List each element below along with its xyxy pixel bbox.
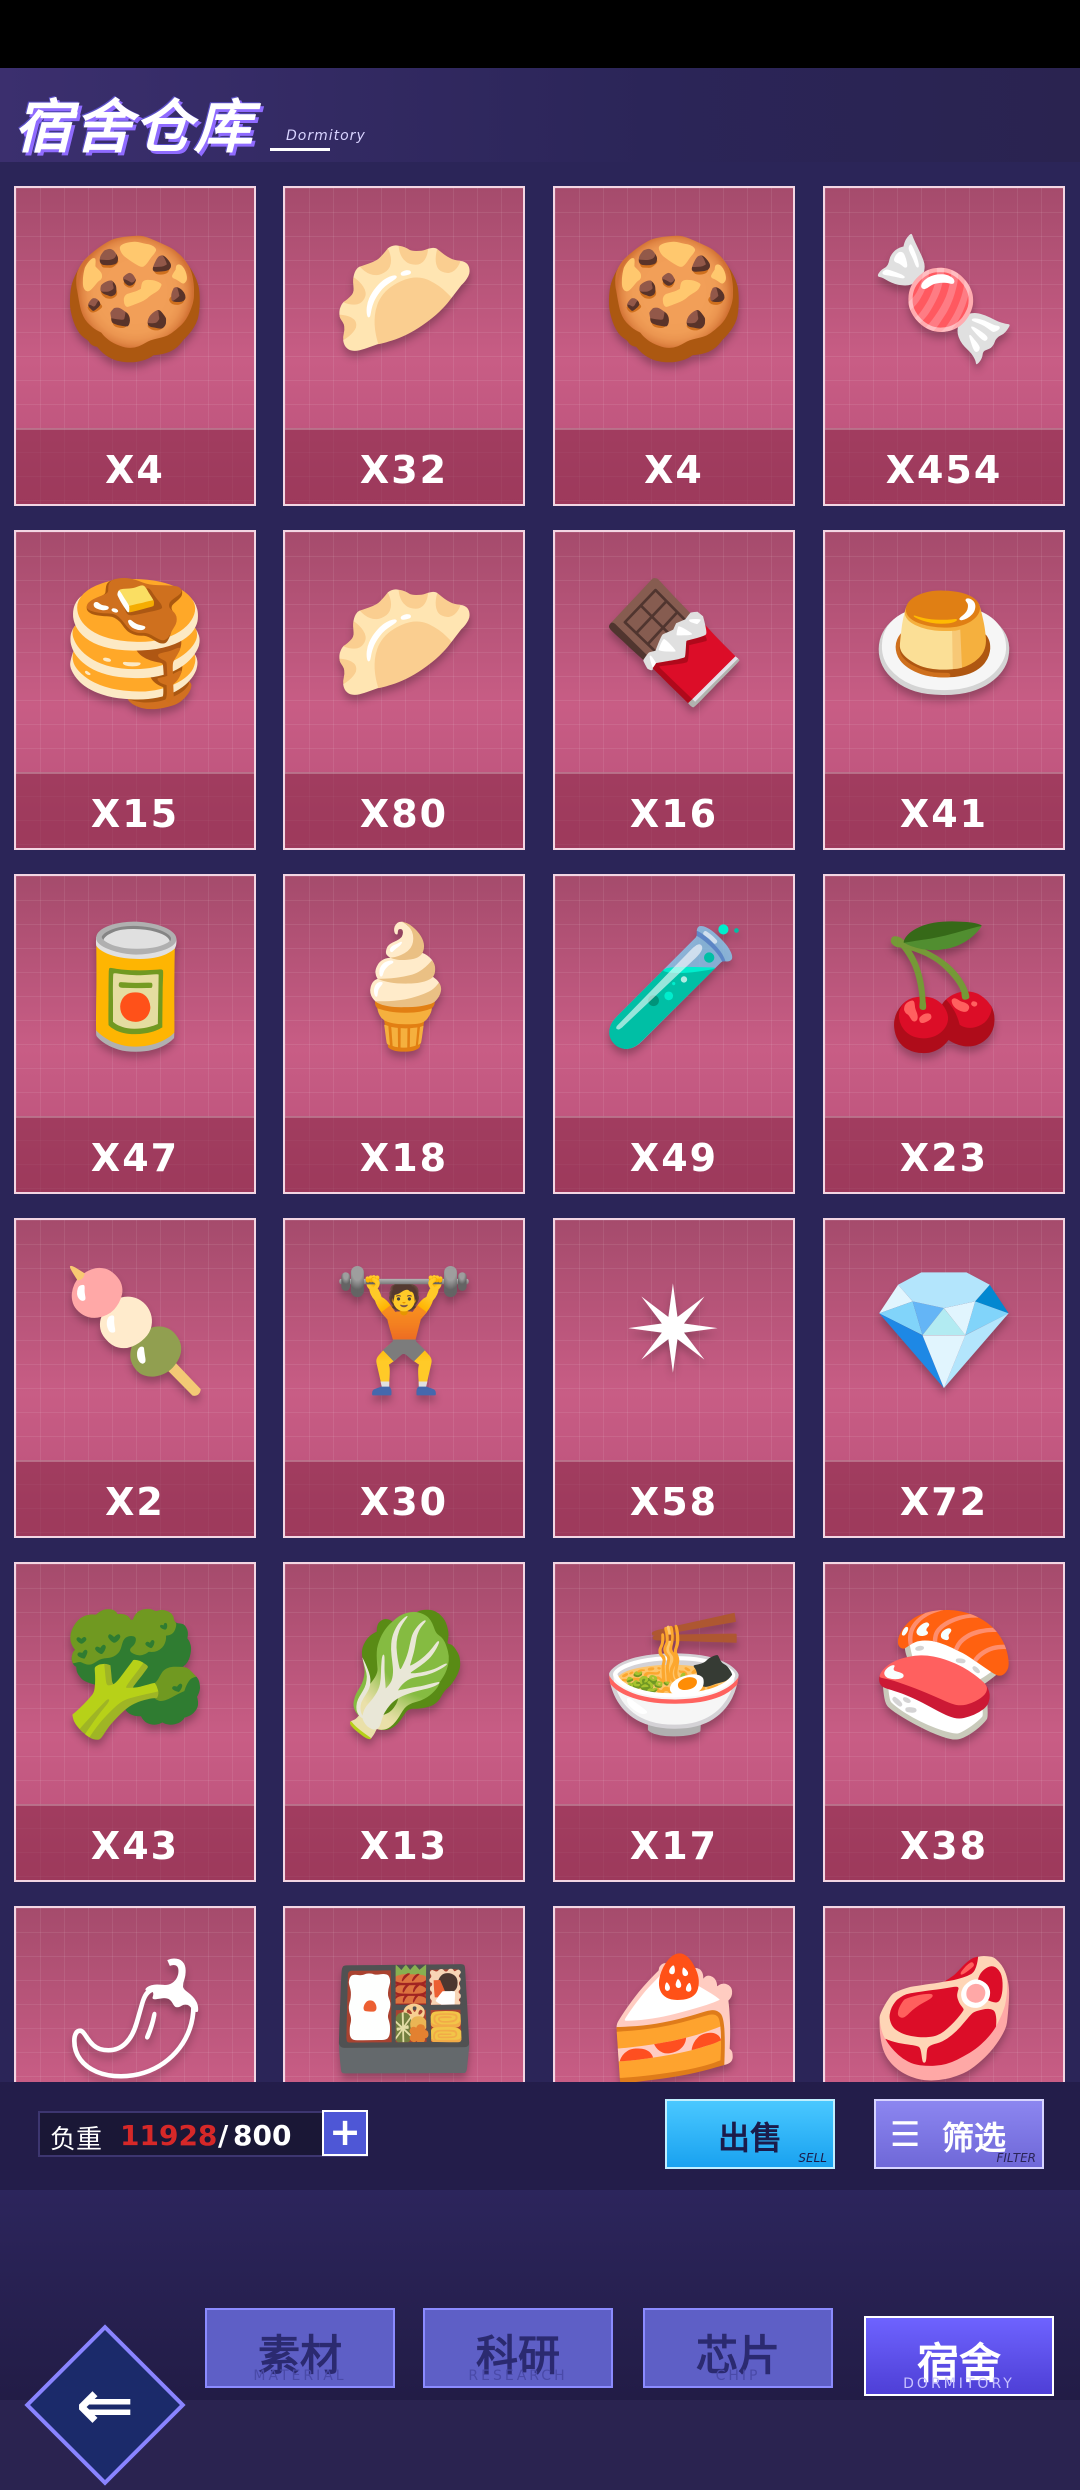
item-quantity: X23 — [899, 1136, 989, 1180]
bottom-panel: 负重 11928 / 800 + 出售 SELL ☰ 筛选 FILTER ⇐ 素… — [0, 2082, 1080, 2486]
item-quantity: X80 — [359, 792, 449, 836]
item-card[interactable]: 🍡 X2 — [14, 1218, 256, 1538]
item-card[interactable]: 🥩 — [823, 1906, 1065, 2082]
item-icon: 🍡 — [61, 1261, 209, 1399]
item-quantity: X43 — [90, 1824, 180, 1868]
item-card[interactable]: 🥞 X15 — [14, 530, 256, 850]
item-quantity: X15 — [90, 792, 180, 836]
load-capacity: 负重 11928 / 800 — [38, 2111, 368, 2157]
item-quantity: X16 — [629, 792, 719, 836]
item-card[interactable]: 🍫 X16 — [553, 530, 795, 850]
item-quantity: X4 — [644, 448, 704, 492]
item-icon: 🍜 — [600, 1605, 748, 1743]
item-icon: 🍪 — [600, 229, 748, 367]
sell-sub: SELL — [798, 2151, 827, 2165]
item-icon: 🍫 — [600, 573, 748, 711]
item-icon: 🍱 — [330, 1949, 478, 2082]
back-arrow-icon: ⇐ — [75, 2364, 135, 2446]
item-quantity: X2 — [105, 1480, 165, 1524]
item-grid: 🍪 X4 🥟 X32 🍪 X4 🍬 X454 🥞 X15 🥟 X80 🍫 X16 🍮 X41 🥫 X47 🍦 X18 🧪… — [0, 162, 1080, 2082]
item-icon: 🍣 — [870, 1605, 1018, 1743]
tab-sub: CHIP — [715, 2368, 761, 2384]
status-bar — [0, 0, 1080, 68]
item-icon: 🥬 — [330, 1605, 478, 1743]
category-tabs: ⇐ 素材 MATERIAL 科研 RESEARCH 芯片 CHIP 宿舍 DOR… — [0, 2190, 1080, 2486]
item-quantity: X41 — [899, 792, 989, 836]
item-quantity: X49 — [629, 1136, 719, 1180]
item-icon: 🍪 — [61, 229, 209, 367]
item-icon: 🥦 — [61, 1605, 209, 1743]
item-card[interactable]: 🍱 — [283, 1906, 525, 2082]
item-card[interactable]: 🍮 X41 — [823, 530, 1065, 850]
item-card[interactable]: 🌶 — [14, 1906, 256, 2082]
item-quantity: X58 — [629, 1480, 719, 1524]
back-button[interactable]: ⇐ — [20, 2320, 190, 2490]
tab-sub: DORMITORY — [903, 2376, 1015, 2392]
item-quantity: X17 — [629, 1824, 719, 1868]
tab-dormitory[interactable]: 宿舍 DORMITORY — [864, 2316, 1054, 2396]
item-icon: 🏋 — [330, 1261, 478, 1399]
item-quantity: X4 — [105, 448, 165, 492]
item-card[interactable]: 🍪 X4 — [14, 186, 256, 506]
item-icon: 🍬 — [870, 229, 1018, 367]
item-quantity: X18 — [359, 1136, 449, 1180]
item-quantity: X47 — [90, 1136, 180, 1180]
item-card[interactable]: ✴ X58 — [553, 1218, 795, 1538]
tab-material[interactable]: 素材 MATERIAL — [205, 2308, 395, 2388]
load-separator: / — [218, 2119, 229, 2152]
item-quantity: X32 — [359, 448, 449, 492]
item-card[interactable]: 🥟 X80 — [283, 530, 525, 850]
item-icon: 🍰 — [600, 1949, 748, 2082]
item-card[interactable]: 🍒 X23 — [823, 874, 1065, 1194]
item-card[interactable]: 🍪 X4 — [553, 186, 795, 506]
item-quantity: X454 — [885, 448, 1003, 492]
item-card[interactable]: 🏋 X30 — [283, 1218, 525, 1538]
page-title: 宿舍仓库 — [14, 93, 255, 161]
item-card[interactable]: 🍣 X38 — [823, 1562, 1065, 1882]
item-icon: 🌶 — [60, 1949, 210, 2082]
item-quantity: X13 — [359, 1824, 449, 1868]
item-card[interactable]: 🍦 X18 — [283, 874, 525, 1194]
item-icon: 🧪 — [600, 917, 748, 1055]
item-card[interactable]: 🥦 X43 — [14, 1562, 256, 1882]
tab-sub: RESEARCH — [468, 2368, 568, 2384]
title-underline — [270, 148, 330, 151]
load-current: 11928 — [120, 2119, 218, 2152]
item-quantity: X30 — [359, 1480, 449, 1524]
item-card[interactable]: 🥫 X47 — [14, 874, 256, 1194]
item-card[interactable]: 🍜 X17 — [553, 1562, 795, 1882]
item-quantity: X72 — [899, 1480, 989, 1524]
item-card[interactable]: 🥟 X32 — [283, 186, 525, 506]
load-max: 800 — [233, 2119, 292, 2152]
filter-sub: FILTER — [996, 2151, 1036, 2165]
item-icon: 🥞 — [61, 573, 209, 711]
item-card[interactable]: 💎 X72 — [823, 1218, 1065, 1538]
item-card[interactable]: 🍰 — [553, 1906, 795, 2082]
header: 宿舍仓库 Dormitory — [0, 68, 1080, 164]
tab-sub: MATERIAL — [253, 2368, 347, 2384]
item-quantity: X38 — [899, 1824, 989, 1868]
tab-research[interactable]: 科研 RESEARCH — [423, 2308, 613, 2388]
filter-icon: ☰ — [890, 2115, 921, 2155]
tab-chip[interactable]: 芯片 CHIP — [643, 2308, 833, 2388]
item-icon: 🥫 — [61, 917, 209, 1055]
item-card[interactable]: 🍬 X454 — [823, 186, 1065, 506]
item-icon: 💎 — [870, 1261, 1018, 1399]
sell-button[interactable]: 出售 SELL — [665, 2099, 835, 2169]
item-icon: 🍦 — [330, 917, 478, 1055]
item-card[interactable]: 🧪 X49 — [553, 874, 795, 1194]
filter-button[interactable]: ☰ 筛选 FILTER — [874, 2099, 1044, 2169]
item-icon: 🍒 — [870, 917, 1018, 1055]
load-label: 负重 — [50, 2125, 103, 2155]
item-icon: 🥟 — [330, 229, 478, 367]
item-icon: 🍮 — [870, 573, 1018, 711]
item-icon: ✴ — [624, 1261, 724, 1399]
item-icon: 🥩 — [870, 1949, 1018, 2082]
item-card[interactable]: 🥬 X13 — [283, 1562, 525, 1882]
item-icon: 🥟 — [330, 573, 478, 711]
add-capacity-button[interactable]: + — [322, 2110, 368, 2156]
page-subtitle: Dormitory — [286, 128, 366, 144]
